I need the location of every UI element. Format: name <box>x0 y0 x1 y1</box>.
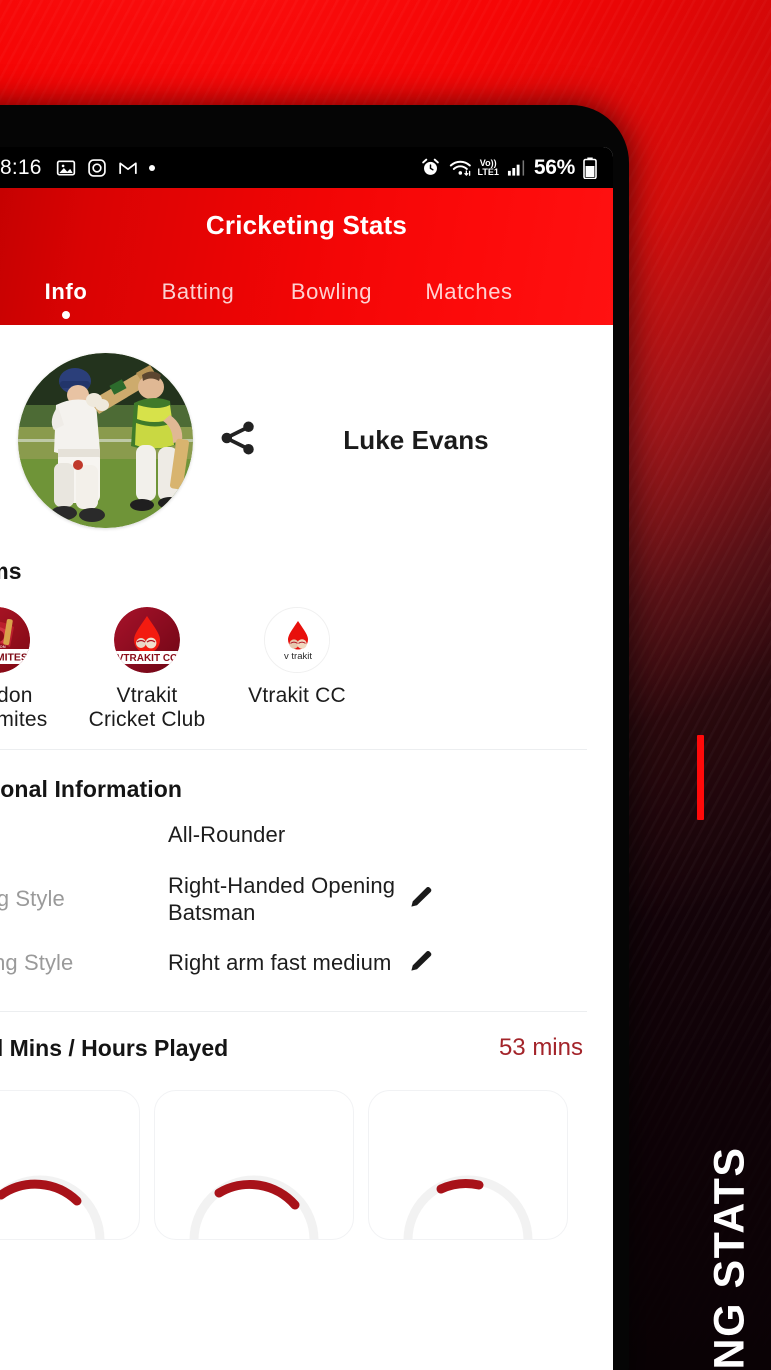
active-tab-indicator <box>62 311 70 319</box>
profile-section: Luke Evans <box>0 325 613 554</box>
total-played-section: Total Mins / Hours Played 53 mins <box>0 1012 613 1260</box>
total-played-row: Total Mins / Hours Played 53 mins <box>0 1034 613 1062</box>
team-name: London Dynamites <box>0 684 48 731</box>
photos-icon <box>56 158 76 178</box>
total-played-value: 53 mins <box>498 1034 583 1062</box>
teams-section: Teams <box>0 554 613 749</box>
signal-bars-icon <box>507 159 526 177</box>
brand-accent-dash <box>697 735 704 820</box>
gauge-arc-icon <box>0 1175 105 1240</box>
gauge-arc-icon <box>403 1175 533 1240</box>
app-header: Cricketing Stats Info Batting Bowling Ma… <box>0 188 613 325</box>
phone-screen: 8:16 Vo)) LTE1 56% Cricketing Stats Info… <box>0 147 613 1370</box>
pencil-icon <box>411 886 432 907</box>
status-bar-notification-icons <box>56 158 155 178</box>
personal-information-title: Personal Information <box>0 776 183 803</box>
tab-bowling-label: Bowling <box>290 279 373 304</box>
info-value: All-Rounder <box>168 822 286 848</box>
tab-bar: Info Batting Bowling Matches <box>0 241 613 325</box>
edit-batting-style-button[interactable] <box>406 882 436 917</box>
status-bar: 8:16 Vo)) LTE1 56% <box>0 147 613 188</box>
team-logo-london-dynamites: DYNAMITES LONDON <box>0 607 30 673</box>
info-label: Role <box>0 822 168 848</box>
team-item[interactable]: VTRAKIT CC Vtrakit Cricket Club <box>88 607 206 731</box>
tab-info-label: Info <box>44 279 88 304</box>
edit-bowling-style-button[interactable] <box>406 946 436 981</box>
page-title: Cricketing Stats <box>205 210 408 240</box>
tab-batting[interactable]: Batting <box>132 279 264 319</box>
team-item[interactable]: DYNAMITES LONDON London Dynamites <box>0 607 56 731</box>
info-row-role: Role All-Rounder <box>0 803 613 867</box>
tab-info[interactable]: Info <box>0 279 132 319</box>
total-played-label: Total Mins / Hours Played <box>0 1034 229 1061</box>
stat-card[interactable] <box>368 1090 568 1241</box>
gauge-arc-icon <box>189 1175 319 1240</box>
pencil-icon <box>411 950 432 971</box>
share-button[interactable] <box>217 417 259 464</box>
stat-card[interactable] <box>154 1090 354 1241</box>
gmail-icon <box>118 158 138 178</box>
share-icon <box>221 421 254 455</box>
stat-card[interactable] <box>0 1090 140 1241</box>
svg-text:VTRAKIT CC: VTRAKIT CC <box>117 653 178 664</box>
battery-icon <box>583 157 597 179</box>
status-bar-time: 8:16 <box>0 155 42 179</box>
svg-text:LONDON: LONDON <box>0 644 6 649</box>
wifi-icon <box>449 158 472 178</box>
team-logo-vtrakit-cc: v trakit <box>264 607 330 673</box>
info-row-batting-style: Batting Style Right-Handed Opening Batsm… <box>0 867 613 931</box>
team-name: Vtrakit CC <box>248 684 346 707</box>
team-logo-vtrakit-cricket-club: VTRAKIT CC <box>114 607 180 673</box>
status-bar-system-icons: Vo)) LTE1 56% <box>420 156 597 180</box>
info-label: Bowling Style <box>0 950 74 976</box>
info-row-bowling-style: Bowling Style Right arm fast medium <box>0 931 613 995</box>
brand-vertical-title: CRICKETING STATS <box>705 1146 754 1370</box>
personal-information-section: Personal Information Role All-Rounder Ba… <box>0 750 613 1011</box>
brand-rail: CRICKETING STATS <box>620 0 771 1370</box>
tab-matches-label: Matches <box>425 279 513 304</box>
dot-indicator-icon <box>148 164 155 171</box>
teams-list: DYNAMITES LONDON London Dynamites <box>0 607 613 731</box>
team-name: Vtrakit Cricket Club <box>88 684 206 731</box>
avatar[interactable] <box>18 353 193 528</box>
instagram-icon <box>87 158 107 178</box>
info-label: Batting Style <box>0 886 65 912</box>
battery-percent: 56% <box>533 155 575 179</box>
svg-text:v trakit: v trakit <box>284 651 312 662</box>
tab-matches[interactable]: Matches <box>399 279 539 319</box>
stat-cards-row <box>0 1062 613 1241</box>
team-item[interactable]: v trakit Vtrakit CC <box>238 607 356 731</box>
alarm-icon <box>420 157 441 178</box>
svg-text:DYNAMITES: DYNAMITES <box>0 652 28 664</box>
info-tab-content: Luke Evans Teams <box>0 325 613 1261</box>
info-value: Right-Handed Opening Batsman <box>168 872 396 926</box>
teams-title: Teams <box>0 558 22 584</box>
tab-bowling[interactable]: Bowling <box>264 279 399 319</box>
tab-batting-label: Batting <box>161 279 235 304</box>
player-name: Luke Evans <box>343 425 489 455</box>
volte-indicator: Vo)) LTE1 <box>477 157 499 177</box>
screenshot-stage: CRICKETING STATS 8:16 Vo)) LTE1 56% Cric… <box>0 0 771 1370</box>
info-value: Right arm fast medium <box>168 950 392 976</box>
